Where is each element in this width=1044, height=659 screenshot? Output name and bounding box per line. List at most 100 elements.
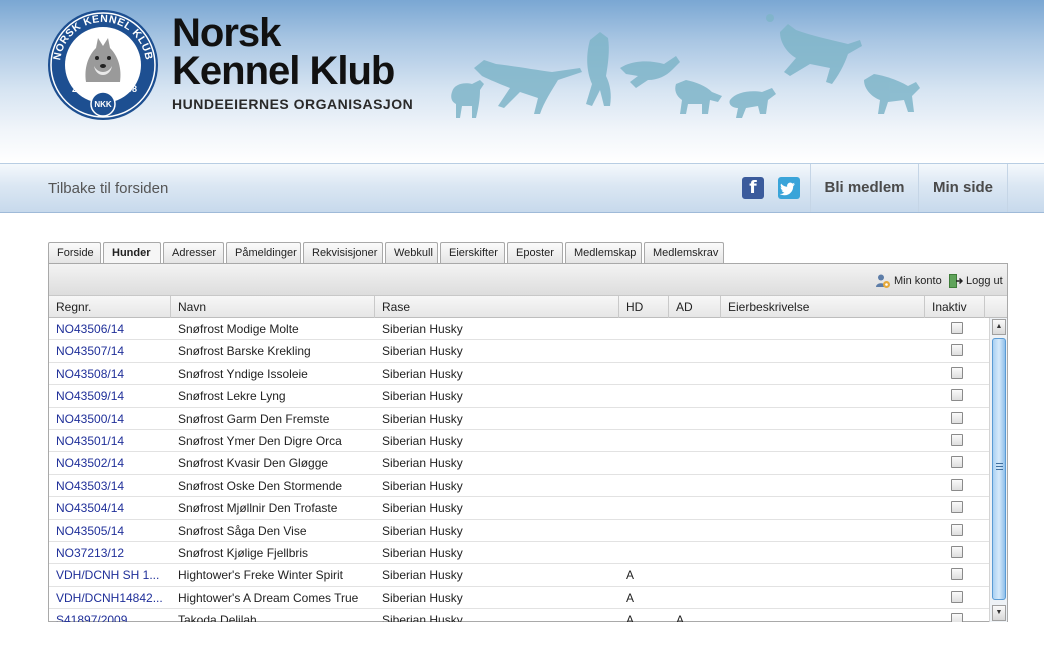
tab-adresser[interactable]: Adresser <box>163 242 224 264</box>
cell-ad <box>669 542 721 564</box>
table-row[interactable]: VDH/DCNH14842... Hightower's A Dream Come… <box>49 587 989 610</box>
join-member-button[interactable]: Bli medlem <box>810 164 918 212</box>
twitter-icon[interactable] <box>778 177 800 199</box>
cell-hd <box>619 430 669 452</box>
inactive-checkbox[interactable] <box>951 523 963 536</box>
tab-medlemskrav[interactable]: Medlemskrav <box>644 242 724 264</box>
table-row[interactable]: NO43501/14 Snøfrost Ymer Den Digre Orca Si… <box>49 430 989 453</box>
inactive-checkbox[interactable] <box>951 478 963 491</box>
regnr-link[interactable]: NO43505/14 <box>49 520 171 542</box>
regnr-link[interactable]: NO43503/14 <box>49 475 171 497</box>
brand-wordmark[interactable]: Norsk Kennel Klub HUNDEEIERNES ORGANISAS… <box>172 11 413 112</box>
inactive-checkbox[interactable] <box>951 501 963 514</box>
scroll-up-arrow-icon[interactable]: ▲ <box>992 319 1006 335</box>
inactive-checkbox[interactable] <box>951 389 963 402</box>
cell-hd <box>619 475 669 497</box>
twitter-bird-icon <box>779 182 795 196</box>
cell-navn: Snøfrost Kvasir Den Gløgge <box>178 456 329 471</box>
column-header-ad[interactable]: AD <box>669 296 721 318</box>
regnr-link[interactable]: S41897/2009 <box>49 609 171 622</box>
regnr-link[interactable]: VDH/DCNH SH 1... <box>49 564 171 586</box>
tab-forside[interactable]: Forside <box>48 242 101 264</box>
table-row[interactable]: NO43506/14 Snøfrost Modige Molte Siberian … <box>49 318 989 341</box>
cell-hd <box>619 340 669 362</box>
cell-hd <box>619 452 669 474</box>
table-row[interactable]: NO43507/14 Snøfrost Barske Krekling Siberi… <box>49 340 989 363</box>
inactive-checkbox[interactable] <box>951 366 963 379</box>
table-row[interactable]: VDH/DCNH SH 1... Hightower's Freke Winter… <box>49 564 989 587</box>
cell-eierbeskrivelse <box>721 363 925 385</box>
cell-rase: Siberian Husky <box>382 613 463 622</box>
table-row[interactable]: NO37213/12 Snøfrost Kjølige Fjellbris Sibe… <box>49 542 989 565</box>
column-header-inaktiv[interactable]: Inaktiv <box>925 296 985 318</box>
cell-navn: Snøfrost Barske Krekling <box>178 344 311 359</box>
scroll-down-arrow-icon[interactable]: ▼ <box>992 605 1006 621</box>
table-row[interactable]: NO43503/14 Snøfrost Oske Den Stormende Sib… <box>49 475 989 498</box>
column-header-eierbeskrivelse[interactable]: Eierbeskrivelse <box>721 296 925 318</box>
inactive-checkbox[interactable] <box>951 456 963 469</box>
table-row[interactable]: NO43505/14 Snøfrost Såga Den Vise Siberian… <box>49 520 989 542</box>
regnr-link[interactable]: NO43509/14 <box>49 385 171 407</box>
inactive-checkbox[interactable] <box>951 411 963 424</box>
table-row[interactable]: NO43502/14 Snøfrost Kvasir Den Gløgge Sibe… <box>49 452 989 475</box>
regnr-link[interactable]: VDH/DCNH14842... <box>49 587 171 609</box>
my-page-button[interactable]: Min side <box>918 164 1008 212</box>
back-to-home-link[interactable]: Tilbake til forsiden <box>48 180 168 197</box>
cell-eierbeskrivelse <box>721 564 925 586</box>
inactive-checkbox[interactable] <box>951 590 963 603</box>
table-row[interactable]: NO43509/14 Snøfrost Lekre Lyng Siberian Hu… <box>49 385 989 408</box>
facebook-icon[interactable]: f <box>742 177 764 199</box>
column-header-regnr[interactable]: Regnr. <box>49 296 171 318</box>
tab-eierskifter[interactable]: Eierskifter <box>440 242 505 264</box>
brand-line-1: Norsk <box>172 11 281 55</box>
cell-rase: Siberian Husky <box>382 344 463 359</box>
cell-eierbeskrivelse <box>721 430 925 452</box>
cell-rase: Siberian Husky <box>382 523 463 538</box>
table-row[interactable]: NO43500/14 Snøfrost Garm Den Fremste Siber… <box>49 408 989 430</box>
cell-rase: Siberian Husky <box>382 322 463 336</box>
regnr-link[interactable]: NO43502/14 <box>49 452 171 474</box>
cell-eierbeskrivelse <box>721 520 925 542</box>
tab-rekvisisjoner[interactable]: Rekvisisjoner <box>303 242 383 264</box>
inactive-checkbox[interactable] <box>951 568 963 581</box>
inactive-checkbox[interactable] <box>951 545 963 558</box>
tab-påmeldinger[interactable]: Påmeldinger <box>226 242 301 264</box>
regnr-link[interactable]: NO43500/14 <box>49 408 171 430</box>
regnr-link[interactable]: NO43508/14 <box>49 363 171 385</box>
regnr-link[interactable]: NO43506/14 <box>49 318 171 340</box>
my-account-button[interactable]: Min konto <box>875 273 942 289</box>
inactive-checkbox[interactable] <box>951 433 963 446</box>
regnr-link[interactable]: NO37213/12 <box>49 542 171 564</box>
tab-eposter[interactable]: Eposter <box>507 242 563 264</box>
scrollbar-thumb[interactable] <box>992 338 1006 600</box>
inactive-checkbox[interactable] <box>951 613 963 622</box>
dogs-grid-body: NO43506/14 Snøfrost Modige Molte Siberian … <box>49 318 989 622</box>
cell-eierbeskrivelse <box>721 497 925 519</box>
grid-scrollbar[interactable]: ▲ ▼ <box>989 318 1007 622</box>
scrollbar-grip-icon <box>996 463 1003 472</box>
column-header-rase[interactable]: Rase <box>375 296 619 318</box>
tab-medlemskap[interactable]: Medlemskap <box>565 242 642 264</box>
column-header-navn[interactable]: Navn <box>171 296 375 318</box>
cell-rase: Siberian Husky <box>382 456 463 471</box>
column-header-hd[interactable]: HD <box>619 296 669 318</box>
logout-button[interactable]: Logg ut <box>947 273 1003 289</box>
cell-navn: Snøfrost Lekre Lyng <box>178 389 286 404</box>
inactive-checkbox[interactable] <box>951 322 963 334</box>
table-row[interactable]: NO43504/14 Snøfrost Mjøllnir Den Trofaste… <box>49 497 989 520</box>
table-row[interactable]: NO43508/14 Snøfrost Yndige Issoleie Siberi… <box>49 363 989 386</box>
tab-hunder[interactable]: Hunder <box>103 242 161 265</box>
regnr-link[interactable]: NO43507/14 <box>49 340 171 362</box>
cell-rase: Siberian Husky <box>382 568 463 583</box>
table-row[interactable]: S41897/2009 Takoda Delilah Siberian Husky A… <box>49 609 989 622</box>
cell-rase: Siberian Husky <box>382 411 463 426</box>
cell-eierbeskrivelse <box>721 609 925 622</box>
regnr-link[interactable]: NO43504/14 <box>49 497 171 519</box>
svg-text:NKK: NKK <box>94 100 112 109</box>
inactive-checkbox[interactable] <box>951 344 963 357</box>
cell-hd: A <box>626 613 635 622</box>
tab-webkull[interactable]: Webkull <box>385 242 438 264</box>
cell-ad <box>669 318 721 340</box>
regnr-link[interactable]: NO43501/14 <box>49 430 171 452</box>
nkk-seal-logo[interactable]: NORSK KENNEL KLUB 24-1 1898 NKK <box>46 8 160 122</box>
